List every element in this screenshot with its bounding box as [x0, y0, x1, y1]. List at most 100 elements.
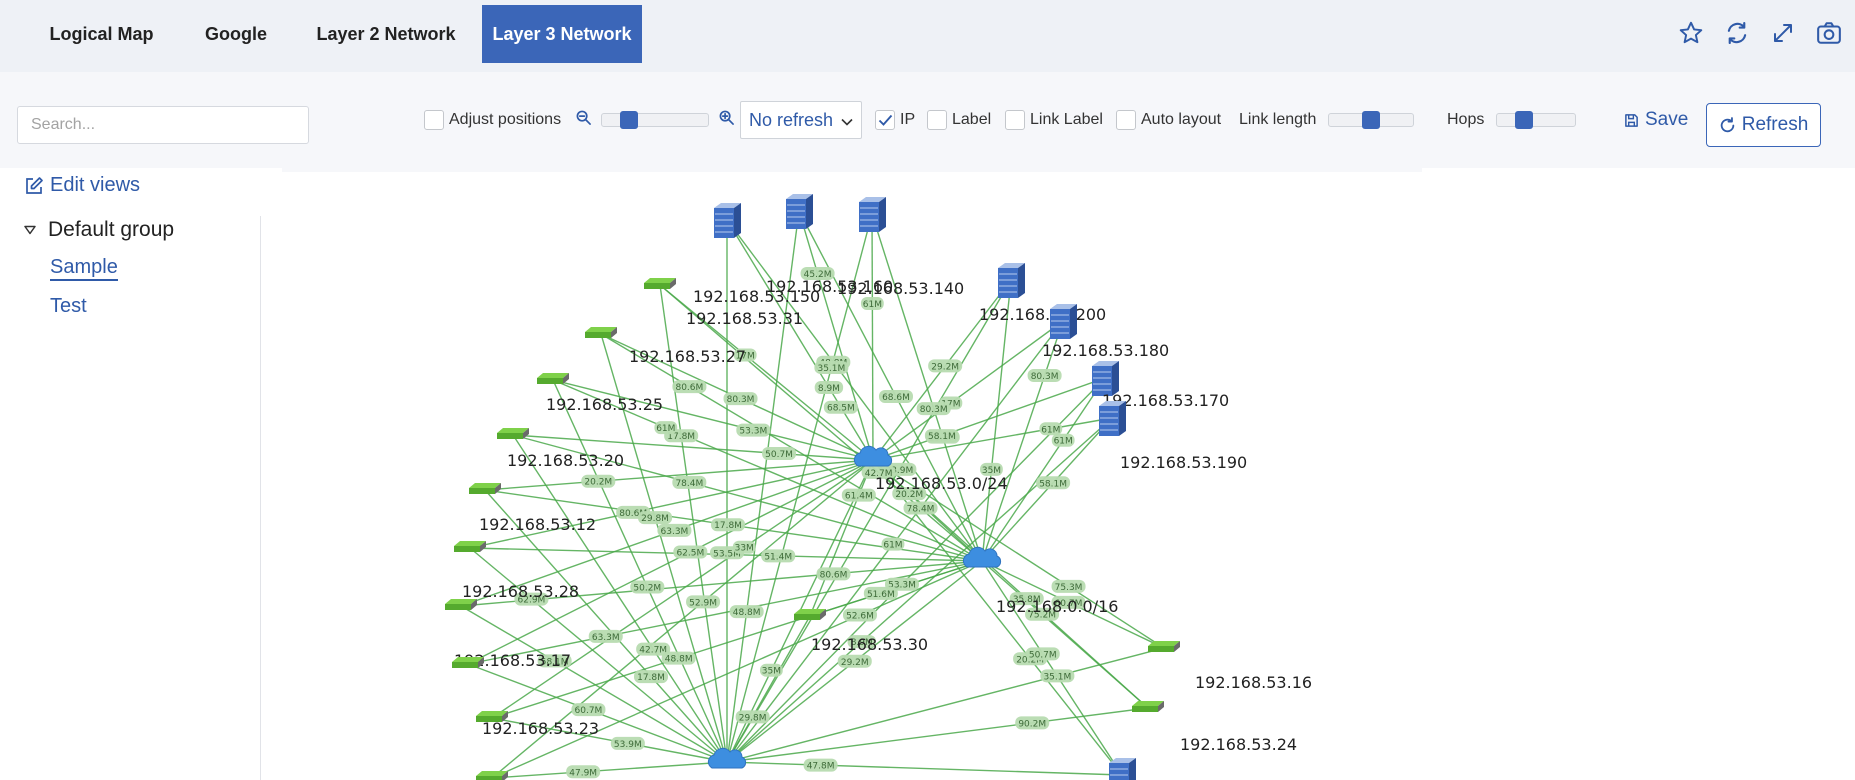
link-line[interactable]	[460, 605, 728, 763]
link-line[interactable]	[871, 213, 874, 461]
link-label-toggle[interactable]: Link Label	[1005, 72, 1103, 168]
ip-checkbox[interactable]	[875, 110, 895, 130]
svg-text:50.7M: 50.7M	[1029, 650, 1057, 660]
link-line[interactable]	[798, 210, 874, 461]
link-value-label: 47.8M	[803, 758, 838, 772]
tab-logical-map[interactable]: Logical Map	[30, 5, 173, 63]
switch-node-icon[interactable]	[644, 278, 676, 289]
view-item-sample[interactable]: Sample	[50, 256, 118, 281]
svg-text:53.3M: 53.3M	[739, 427, 767, 437]
tab-layer-3-network[interactable]: Layer 3 Network	[482, 5, 642, 63]
refresh-icon	[1720, 116, 1734, 132]
switch-node-icon[interactable]	[497, 428, 529, 439]
link-line[interactable]	[726, 707, 1149, 763]
view-item-test[interactable]: Test	[50, 295, 87, 318]
link-length-slider[interactable]	[1328, 111, 1415, 129]
hops-label: Hops	[1447, 111, 1485, 128]
camera-icon[interactable]	[1815, 16, 1843, 50]
link-line[interactable]	[726, 615, 811, 763]
link-line[interactable]	[726, 219, 983, 562]
adjust-positions-checkbox[interactable]	[424, 110, 444, 130]
link-value-label: 63.3M	[588, 629, 623, 643]
auto-layout-toggle[interactable]: Auto layout	[1116, 72, 1221, 168]
star-icon[interactable]	[1677, 16, 1705, 50]
refresh-button[interactable]: Refresh	[1706, 103, 1821, 147]
save-wrap: Save	[1624, 72, 1688, 168]
link-line[interactable]	[467, 459, 874, 665]
default-group-toggle[interactable]: Default group	[24, 218, 174, 242]
link-value-label: 35M	[759, 663, 783, 677]
switch-node-icon[interactable]	[794, 609, 826, 620]
switch-node-icon[interactable]	[469, 483, 501, 494]
switch-node-icon[interactable]	[454, 541, 486, 552]
zoom-out-icon[interactable]	[576, 110, 591, 130]
svg-text:51.6M: 51.6M	[867, 590, 895, 600]
tab-google[interactable]: Google	[188, 5, 284, 63]
link-value-label: 52.6M	[842, 608, 877, 622]
save-button[interactable]: Save	[1624, 109, 1688, 131]
link-value-label: 58.1M	[1036, 476, 1071, 490]
server-node-icon[interactable]	[714, 203, 741, 238]
svg-text:8.9M: 8.9M	[818, 384, 840, 394]
link-length-slider-thumb[interactable]	[1362, 111, 1381, 129]
server-node-icon[interactable]	[786, 194, 813, 229]
sync-icon[interactable]	[1723, 16, 1751, 50]
node-label: 192.168.53.27	[629, 347, 746, 366]
zoom-in-icon[interactable]	[719, 110, 734, 130]
switch-node-icon[interactable]	[452, 657, 484, 668]
adjust-positions-toggle[interactable]: Adjust positions	[424, 72, 561, 168]
switch-node-icon[interactable]	[445, 599, 477, 610]
edit-views-link[interactable]: Edit views	[24, 174, 140, 197]
link-length-label: Link length	[1239, 111, 1317, 128]
switch-node-icon[interactable]	[537, 373, 569, 384]
sidebar: Edit views Default group Sample Test	[0, 168, 282, 780]
link-line[interactable]	[726, 761, 1123, 776]
switch-node-icon[interactable]	[585, 327, 617, 338]
link-value-label: 78.4M	[672, 475, 707, 489]
switch-node-icon[interactable]	[476, 711, 508, 722]
switch-node-icon[interactable]	[476, 771, 508, 780]
switch-node-icon[interactable]	[1132, 701, 1164, 712]
zoom-slider-thumb[interactable]	[620, 111, 638, 129]
server-node-icon[interactable]	[998, 263, 1025, 298]
link-value-label: 61M	[881, 537, 905, 551]
link-value-label: 80.3M	[916, 402, 951, 416]
svg-text:61M: 61M	[863, 300, 882, 310]
link-value-label: 29.2M	[928, 359, 963, 373]
label-checkbox[interactable]	[927, 110, 947, 130]
edit-views-label: Edit views	[50, 174, 141, 196]
link-label-checkbox[interactable]	[1005, 110, 1025, 130]
label-label: Label	[952, 111, 992, 128]
node-label: 192.168.53.16	[1195, 673, 1312, 692]
server-node-icon[interactable]	[1109, 758, 1136, 780]
hops-control: Hops	[1447, 72, 1577, 168]
expand-icon[interactable]	[1769, 16, 1797, 50]
svg-text:80.3M: 80.3M	[920, 405, 948, 415]
zoom-slider[interactable]	[601, 111, 709, 129]
hops-slider[interactable]	[1496, 111, 1577, 129]
search-input[interactable]	[17, 106, 309, 144]
ip-toggle[interactable]: IP	[875, 72, 915, 168]
server-node-icon[interactable]	[1050, 304, 1077, 339]
node-label: 192.168.53.31	[686, 309, 803, 328]
link-value-label: 48.8M	[661, 651, 696, 665]
svg-text:50.2M: 50.2M	[633, 584, 661, 594]
toolbar-bottom-edge	[282, 168, 1422, 172]
sidebar-divider	[260, 216, 261, 780]
network-graph[interactable]: 68.5M23.5M61M20.2M80.6M42.7M63.3M48.8M35…	[282, 168, 1855, 780]
link-value-label: 63.3M	[657, 523, 692, 537]
label-toggle[interactable]: Label	[927, 72, 991, 168]
svg-text:68.6M: 68.6M	[882, 393, 910, 403]
link-line[interactable]	[981, 560, 1123, 776]
svg-text:80.6M: 80.6M	[820, 570, 848, 580]
network-map-canvas[interactable]: 68.5M23.5M61M20.2M80.6M42.7M63.3M48.8M35…	[282, 168, 1855, 780]
svg-text:47.8M: 47.8M	[807, 762, 835, 772]
link-line[interactable]	[491, 761, 728, 779]
tab-layer-2-network[interactable]: Layer 2 Network	[306, 5, 466, 63]
hops-slider-thumb[interactable]	[1515, 111, 1534, 129]
auto-layout-checkbox[interactable]	[1116, 110, 1136, 130]
switch-node-icon[interactable]	[1148, 641, 1180, 652]
server-node-icon[interactable]	[1099, 401, 1126, 436]
server-node-icon[interactable]	[859, 197, 886, 232]
refresh-interval-select[interactable]: No refresh	[740, 101, 862, 139]
